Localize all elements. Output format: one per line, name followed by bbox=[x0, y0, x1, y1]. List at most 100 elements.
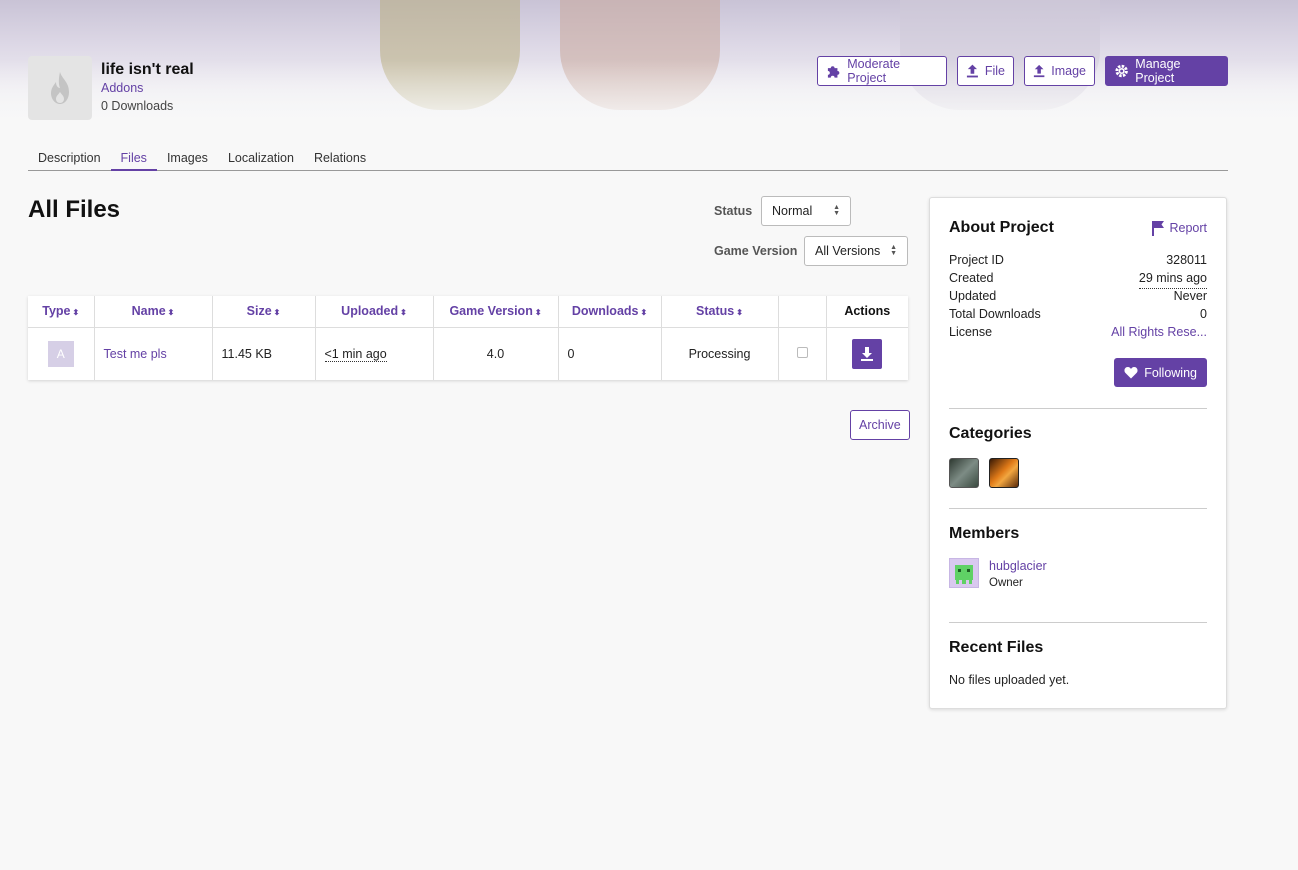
categories-title: Categories bbox=[949, 425, 1032, 442]
column-header-select bbox=[778, 296, 827, 328]
column-header-label: Name bbox=[131, 304, 166, 319]
upload-icon bbox=[966, 64, 978, 78]
gear-icon bbox=[1115, 64, 1128, 78]
detail-label: License bbox=[949, 325, 993, 339]
detail-row-project-id: Project ID 328011 bbox=[949, 253, 1207, 271]
member-avatar-icon bbox=[955, 565, 973, 584]
member-name-link[interactable]: hubglacier bbox=[989, 559, 1047, 573]
column-header-downloads[interactable]: Downloads ⬍ bbox=[558, 296, 662, 328]
table-row: A Test me pls 11.45 KB <1 min ago 4.0 0 … bbox=[28, 327, 908, 380]
file-status-cell: Processing bbox=[661, 327, 779, 380]
detail-row-total-downloads: Total Downloads 0 bbox=[949, 307, 1207, 325]
download-icon bbox=[861, 346, 874, 361]
column-header-game-version[interactable]: Game Version ⬍ bbox=[433, 296, 559, 328]
file-game-version-cell: 4.0 bbox=[433, 327, 559, 380]
file-uploaded-cell: <1 min ago bbox=[315, 327, 434, 380]
report-link[interactable]: Report bbox=[1151, 220, 1207, 236]
project-category-link[interactable]: Addons bbox=[101, 81, 143, 95]
upload-file-label: File bbox=[984, 64, 1005, 78]
members-title: Members bbox=[949, 525, 1020, 542]
column-header-name[interactable]: Name ⬍ bbox=[94, 296, 213, 328]
detail-row-license: License All Rights Rese... bbox=[949, 325, 1207, 343]
upload-image-button[interactable]: Image bbox=[1024, 56, 1095, 86]
divider bbox=[949, 622, 1207, 623]
status-filter-value: Normal bbox=[772, 204, 813, 218]
sort-icon: ⬍ bbox=[273, 308, 281, 318]
column-header-type[interactable]: Type ⬍ bbox=[28, 296, 95, 328]
report-label: Report bbox=[1169, 221, 1207, 235]
moderate-project-label: Moderate Project bbox=[847, 57, 901, 85]
category-icon-1[interactable] bbox=[949, 458, 979, 488]
category-icon-2[interactable] bbox=[989, 458, 1019, 488]
download-file-button[interactable] bbox=[852, 338, 883, 369]
recent-files-title: Recent Files bbox=[949, 639, 1044, 656]
heart-icon bbox=[1124, 367, 1138, 379]
file-uploaded-time: <1 min ago bbox=[324, 346, 387, 362]
tab-files[interactable]: Files bbox=[110, 148, 157, 171]
license-link[interactable]: All Rights Rese... bbox=[1111, 325, 1207, 343]
game-version-filter-label: Game Version bbox=[714, 244, 798, 258]
page-title: All Files bbox=[28, 196, 121, 223]
detail-value: Never bbox=[1173, 289, 1207, 303]
file-type-cell: A bbox=[28, 327, 95, 380]
project-tabs: Description Files Images Localization Re… bbox=[28, 148, 1228, 171]
project-downloads: 0 Downloads bbox=[101, 99, 174, 113]
file-type-badge: A bbox=[47, 340, 74, 367]
divider bbox=[949, 408, 1207, 409]
moderate-project-button[interactable]: Moderate Project bbox=[817, 56, 947, 86]
column-header-actions: Actions bbox=[826, 296, 908, 328]
column-header-label: Type bbox=[42, 304, 71, 319]
column-header-label: Status bbox=[696, 304, 735, 319]
sort-icon: ⬍ bbox=[72, 308, 80, 318]
member-role: Owner bbox=[989, 577, 1023, 589]
following-label: Following bbox=[1144, 365, 1197, 380]
column-header-status[interactable]: Status ⬍ bbox=[661, 296, 779, 328]
column-header-uploaded[interactable]: Uploaded ⬍ bbox=[315, 296, 434, 328]
column-header-label: Downloads bbox=[571, 304, 639, 319]
detail-value: 328011 bbox=[1166, 253, 1207, 267]
tab-relations[interactable]: Relations bbox=[304, 148, 376, 171]
column-header-label: Uploaded bbox=[341, 304, 399, 319]
status-filter-select[interactable]: Normal ▲ ▼ bbox=[761, 196, 851, 226]
puzzle-icon bbox=[827, 66, 840, 78]
project-avatar bbox=[28, 56, 92, 120]
tab-description[interactable]: Description bbox=[28, 148, 111, 171]
column-header-label: Size bbox=[246, 304, 272, 319]
archive-button[interactable]: Archive bbox=[850, 410, 910, 440]
flame-icon bbox=[51, 72, 69, 104]
column-header-size[interactable]: Size ⬍ bbox=[212, 296, 316, 328]
divider bbox=[949, 508, 1207, 509]
detail-label: Updated bbox=[949, 289, 997, 303]
file-actions-cell bbox=[826, 327, 908, 380]
column-header-label: Game Version bbox=[449, 304, 533, 319]
detail-value: 29 mins ago bbox=[1138, 271, 1207, 289]
banner-fade bbox=[0, 60, 1298, 130]
detail-row-created: Created 29 mins ago bbox=[949, 271, 1207, 289]
file-select-cell bbox=[778, 327, 827, 380]
sort-icon: ⬍ bbox=[640, 308, 648, 318]
select-arrows-icon: ▲ ▼ bbox=[833, 204, 840, 217]
status-filter-label: Status bbox=[714, 204, 753, 218]
file-downloads-cell: 0 bbox=[558, 327, 662, 380]
manage-project-button[interactable]: Manage Project bbox=[1105, 56, 1228, 86]
detail-label: Created bbox=[949, 271, 994, 285]
detail-label: Total Downloads bbox=[949, 307, 1041, 321]
table-header-row: Type ⬍ Name ⬍ Size ⬍ Uploaded ⬍ Game Version… bbox=[28, 296, 908, 328]
tab-images[interactable]: Images bbox=[157, 148, 218, 171]
about-project-panel: About Project Report Project ID 328011 C… bbox=[929, 197, 1227, 709]
upload-image-label: Image bbox=[1051, 64, 1086, 78]
select-arrows-icon: ▲ ▼ bbox=[890, 244, 897, 257]
recent-files-empty: No files uploaded yet. bbox=[949, 673, 1070, 687]
detail-row-updated: Updated Never bbox=[949, 289, 1207, 307]
tab-localization[interactable]: Localization bbox=[218, 148, 304, 171]
following-button[interactable]: Following bbox=[1114, 358, 1207, 387]
manage-project-label: Manage Project bbox=[1135, 57, 1181, 85]
game-version-filter-value: All Versions bbox=[815, 244, 881, 258]
upload-file-button[interactable]: File bbox=[957, 56, 1014, 86]
file-select-checkbox[interactable] bbox=[796, 346, 808, 358]
sort-icon: ⬍ bbox=[736, 308, 743, 318]
game-version-filter-select[interactable]: All Versions ▲ ▼ bbox=[804, 236, 908, 266]
member-avatar[interactable] bbox=[949, 558, 979, 588]
sort-icon: ⬍ bbox=[400, 308, 407, 318]
file-name-link[interactable]: Test me pls bbox=[104, 347, 167, 361]
